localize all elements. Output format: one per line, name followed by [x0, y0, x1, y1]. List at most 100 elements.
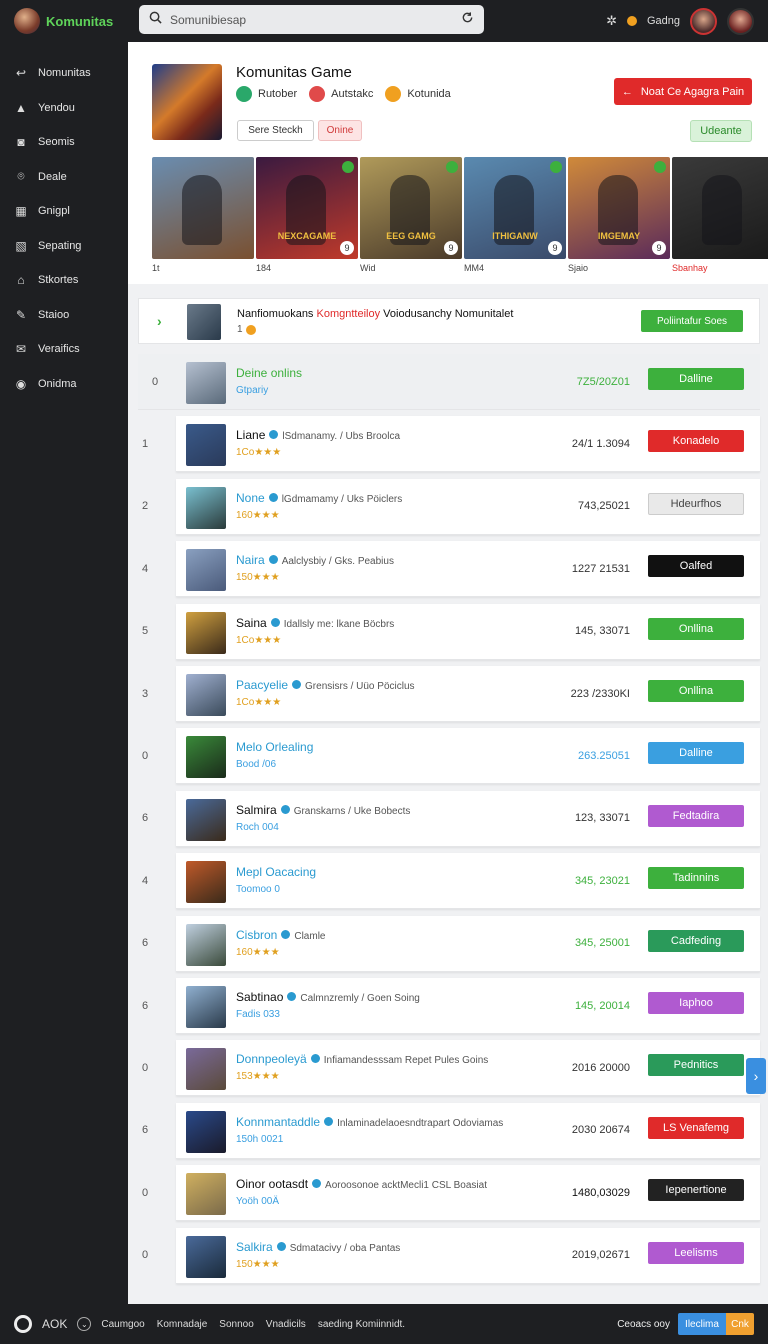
player-name[interactable]: Oinor ootasdt Aoroosonoe acktMecli1 CSL B…	[236, 1177, 487, 1191]
table-row[interactable]: 6 Sabtinao Calmnzremly / Goen Soing Fadis 0…	[142, 978, 760, 1034]
brand[interactable]: Komunitas	[0, 8, 128, 34]
player-name[interactable]: Sabtinao Calmnzremly / Goen Soing	[236, 990, 420, 1004]
sidebar-item-yendou[interactable]: ▲ Yendou	[0, 91, 128, 126]
status-badge[interactable]: Leelisms	[648, 1241, 744, 1264]
scroll-right-button[interactable]: ›	[746, 1058, 766, 1094]
player-name[interactable]: Salkira Sdmatacivy / oba Pantas	[236, 1240, 400, 1254]
player-name[interactable]: None lGdmamamy / Uks Pöiclers	[236, 491, 402, 505]
primary-button[interactable]: Ileclima	[678, 1313, 726, 1335]
sidebar-item-onidma[interactable]: ◉ Onidma	[0, 367, 128, 402]
player-name[interactable]: Melo Orlealing	[236, 740, 313, 754]
table-row[interactable]: 6 Salmira Granskarns / Uke Bobects Roch 004…	[142, 790, 760, 847]
settings-icon[interactable]: ✲	[606, 13, 617, 29]
featured-row[interactable]: › Nanfiomuokans Komgntteiloy Voiodusanch…	[138, 298, 760, 344]
avatar[interactable]	[186, 736, 226, 779]
status-badge[interactable]: Fedtadira	[648, 804, 744, 827]
status-badge[interactable]: Dalline	[648, 742, 744, 765]
bottom-link[interactable]: Komnadaje	[157, 1319, 208, 1330]
gallery-image[interactable]: IMGEMAY 9	[568, 157, 670, 259]
table-row[interactable]: 1 Liane lSdmanamy. / Ubs Broolca 1Co★★★ 24/1…	[142, 416, 760, 473]
avatar[interactable]	[186, 986, 226, 1028]
table-row[interactable]: 0 Oinor ootasdt Aoroosonoe acktMecli1 CSL …	[142, 1165, 760, 1222]
status-badge[interactable]: Onllina	[648, 617, 744, 640]
user-avatar-secondary[interactable]	[727, 7, 754, 35]
table-row[interactable]: 0 Salkira Sdmatacivy / oba Pantas 150★★★ 201…	[142, 1227, 760, 1284]
table-row[interactable]: 0 Melo Orlealing Bood /06 263.25051 Dalline	[142, 728, 760, 785]
refresh-icon[interactable]	[461, 11, 474, 29]
status-badge[interactable]: Oalfed	[648, 555, 744, 578]
avatar[interactable]	[186, 861, 226, 904]
status-badge[interactable]: Pednitics	[648, 1054, 744, 1077]
table-row[interactable]: 4 Naira Aalclysbiy / Gks. Peabius 150★★★ 122…	[142, 541, 760, 598]
player-name[interactable]: Saina Idallsly me: lkane Böcbrs	[236, 616, 394, 630]
avatar[interactable]	[186, 1048, 226, 1091]
player-name[interactable]: Deine onlins	[236, 366, 302, 380]
gallery-image[interactable]: NEXCAGAME 9	[256, 157, 358, 259]
chevron-right-icon[interactable]: ›	[157, 313, 162, 329]
avatar[interactable]	[186, 923, 226, 966]
avatar[interactable]	[186, 424, 226, 467]
table-row[interactable]: 4 Mepl Oacacing Toomoo 0 345, 23021 Tadinnin…	[142, 853, 760, 910]
sidebar-item-veraifics[interactable]: ✉ Veraifics	[0, 332, 128, 367]
player-name[interactable]: Konnmantaddle Inlaminadelaoesndtrapart Od…	[236, 1115, 503, 1129]
status-badge[interactable]: Iepenertione	[648, 1179, 744, 1202]
gallery-image[interactable]: EEG GAMG 9	[360, 157, 462, 259]
user-avatar[interactable]	[690, 7, 717, 35]
add-game-button[interactable]: ← Noat Ce Agagra Pain	[614, 78, 752, 105]
avatar[interactable]	[186, 674, 226, 716]
player-name[interactable]: Mepl Oacacing	[236, 865, 316, 879]
table-row[interactable]: 6 Cisbron Clamle 160★★★ 345, 25001 Cadfeding	[142, 915, 760, 972]
player-name[interactable]: Cisbron Clamle	[236, 928, 325, 942]
featured-action-button[interactable]: Poliintafur Soes	[641, 310, 743, 332]
avatar[interactable]	[186, 486, 226, 529]
bottom-link[interactable]: Sonnoo	[219, 1319, 253, 1330]
chevron-down-icon[interactable]: ⌄	[77, 1317, 92, 1331]
sidebar-item-nomunitas[interactable]: ↩ Nomunitas	[0, 56, 128, 91]
player-name[interactable]: Salmira Granskarns / Uke Bobects	[236, 803, 410, 817]
status-badge[interactable]: Dalline	[648, 368, 744, 390]
secondary-button[interactable]: Cnk	[726, 1313, 754, 1335]
status-badge[interactable]: Konadelo	[648, 430, 744, 453]
online-pill[interactable]: Onine	[318, 120, 362, 141]
sidebar-item-stkortes[interactable]: ⌂ Stkortes	[0, 263, 128, 298]
player-name[interactable]: Paacyelie Grensisrs / Uüo Pöciclus	[236, 678, 415, 692]
sidebar-item-staioo[interactable]: ✎ Staioo	[0, 298, 128, 333]
avatar[interactable]	[186, 1173, 226, 1216]
avatar[interactable]	[186, 549, 226, 592]
bottom-link[interactable]: Vnadicils	[266, 1319, 306, 1330]
table-row[interactable]: 6 Konnmantaddle Inlaminadelaoesndtrapart O…	[142, 1102, 760, 1159]
status-badge[interactable]: Hdeurfhos	[648, 492, 744, 515]
player-name[interactable]: Liane lSdmanamy. / Ubs Broolca	[236, 428, 400, 442]
filter-pill[interactable]: Sere Steckh	[237, 120, 314, 141]
sidebar-item-gnigpl[interactable]: ▦ Gnigpl	[0, 194, 128, 229]
avatar[interactable]	[186, 798, 226, 841]
top-right-label[interactable]: Gadng	[647, 15, 680, 27]
update-button[interactable]: Udeante	[690, 120, 752, 142]
bottom-link[interactable]: saeding Komiinnidt.	[318, 1319, 405, 1330]
status-badge[interactable]: Tadinnins	[648, 867, 744, 890]
table-row[interactable]: 3 Paacyelie Grensisrs / Uüo Pöciclus 1Co★★★…	[142, 666, 760, 722]
table-row[interactable]: 0 Deine onlins Gtpariy 7Z5/20Z01 Dalline	[138, 354, 760, 410]
table-row[interactable]: 0 Donnpeoleyä Infiamandesssam Repet Pules …	[142, 1040, 760, 1097]
bottom-link[interactable]: Caumgoo	[101, 1319, 144, 1330]
status-badge[interactable]: Iaphoo	[648, 992, 744, 1014]
avatar[interactable]	[186, 362, 226, 404]
status-badge[interactable]: Onllina	[648, 680, 744, 702]
sidebar-item-seomis[interactable]: ◙ Seomis	[0, 125, 128, 160]
player-name[interactable]: Naira Aalclysbiy / Gks. Peabius	[236, 553, 394, 567]
gallery-image[interactable]	[672, 157, 768, 259]
game-cover-image[interactable]	[152, 64, 222, 140]
status-badge[interactable]: LS Venafemg	[648, 1116, 744, 1139]
avatar[interactable]	[186, 611, 226, 654]
search-bar[interactable]	[139, 5, 484, 34]
avatar[interactable]	[186, 1235, 226, 1278]
sidebar-item-deale[interactable]: ⌾ Deale	[0, 160, 128, 195]
gallery-image[interactable]	[152, 157, 254, 259]
player-name[interactable]: Donnpeoleyä Infiamandesssam Repet Pules G…	[236, 1052, 488, 1066]
table-row[interactable]: 5 Saina Idallsly me: lkane Böcbrs 1Co★★★ 145…	[142, 603, 760, 660]
avatar[interactable]	[186, 1110, 226, 1153]
gallery-image[interactable]: ITHIGANW 9	[464, 157, 566, 259]
search-input[interactable]	[170, 12, 453, 27]
table-row[interactable]: 2 None lGdmamamy / Uks Pöiclers 160★★★ 743,2…	[142, 478, 760, 535]
status-badge[interactable]: Cadfeding	[648, 929, 744, 952]
